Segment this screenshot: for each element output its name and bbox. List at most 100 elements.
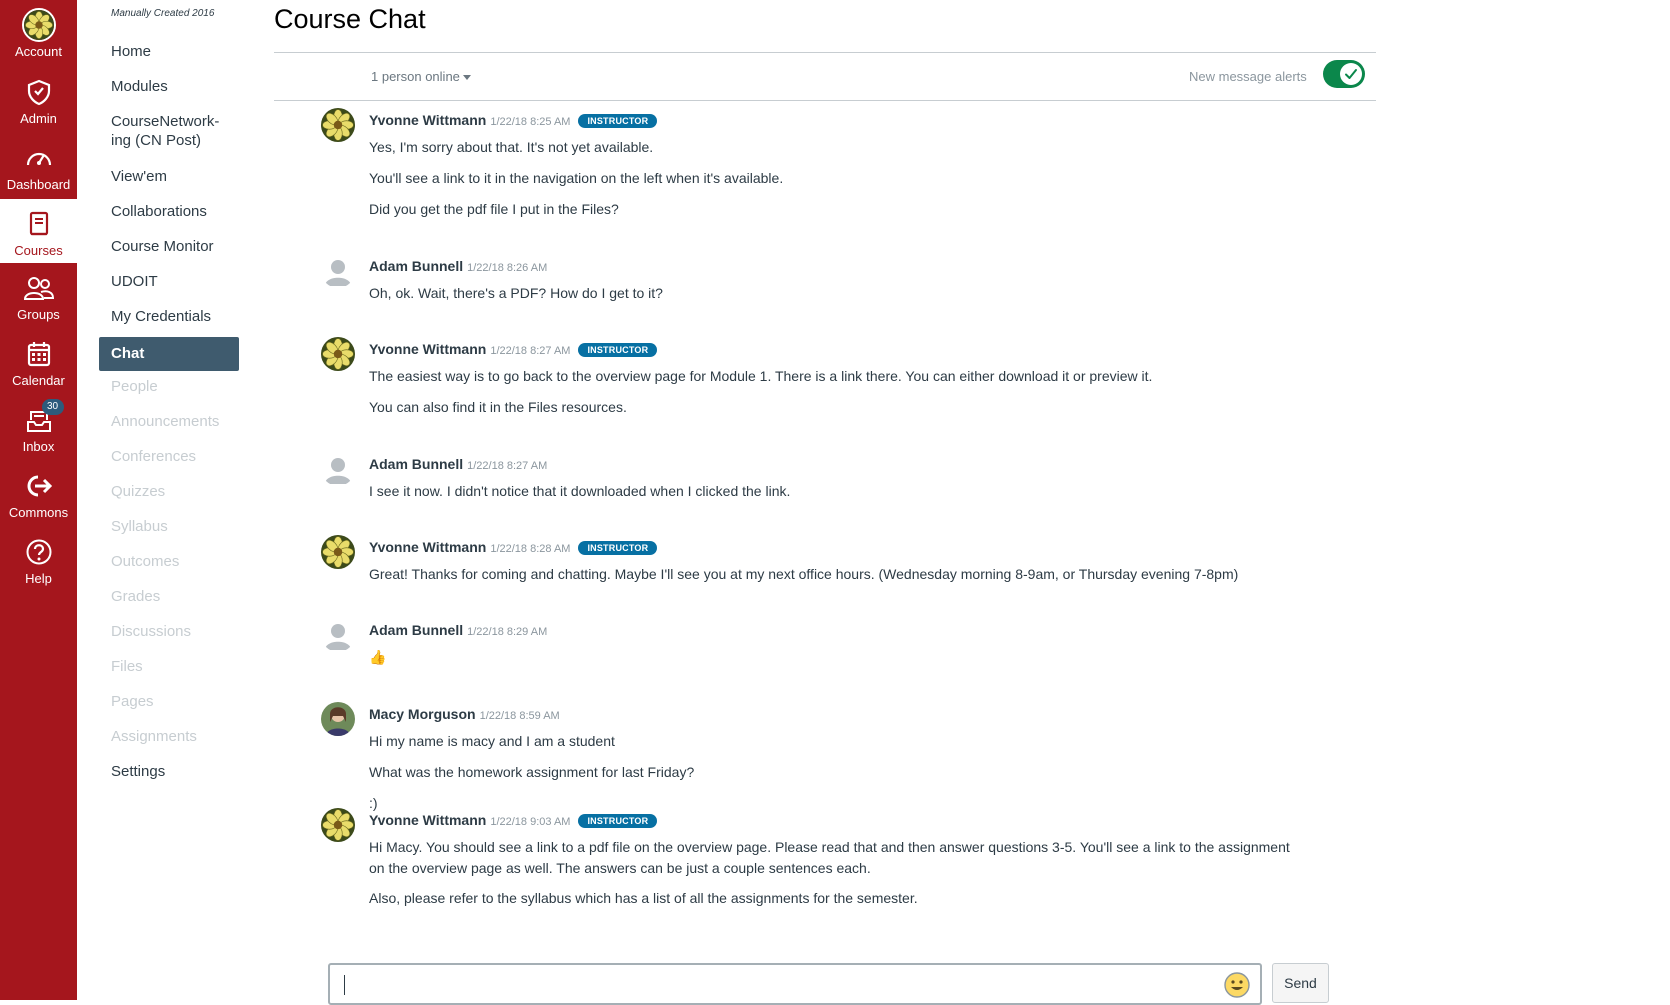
message-header: Yvonne Wittmann 1/22/18 9:03 AM INSTRUCTOR xyxy=(369,812,658,828)
course-nav-label: Files xyxy=(111,658,143,675)
global-nav-label: Admin xyxy=(20,111,57,126)
global-nav-label: Groups xyxy=(17,307,60,322)
course-nav-conferences: Conferences xyxy=(111,447,241,466)
author-name[interactable]: Adam Bunnell xyxy=(369,456,463,472)
course-nav-collaborations[interactable]: Collaborations xyxy=(111,202,241,221)
message-timestamp: 1/22/18 8:59 AM xyxy=(479,710,560,722)
course-nav-course-monitor[interactable]: Course Monitor xyxy=(111,237,241,256)
course-nav-syllabus: Syllabus xyxy=(111,517,241,536)
unread-count-badge: 30 xyxy=(41,399,64,415)
course-nav-home[interactable]: Home xyxy=(111,42,241,61)
dashboard-gauge-icon xyxy=(22,141,56,175)
course-nav-label: Collaborations xyxy=(111,203,207,220)
course-nav-modules[interactable]: Modules xyxy=(111,77,241,96)
avatar[interactable] xyxy=(321,254,355,288)
global-nav-groups[interactable]: Groups xyxy=(0,263,77,327)
global-nav-label: Inbox xyxy=(22,439,55,454)
global-nav-courses[interactable]: Courses xyxy=(0,199,77,263)
message-text: The easiest way is to go back to the ove… xyxy=(369,368,1153,384)
message-header: Adam Bunnell 1/22/18 8:27 AM xyxy=(369,456,547,472)
author-name[interactable]: Yvonne Wittmann xyxy=(369,812,486,828)
global-nav-admin[interactable]: Admin xyxy=(0,67,77,131)
instructor-badge: INSTRUCTOR xyxy=(578,343,658,357)
course-nav-label: Assignments xyxy=(111,728,197,745)
checkmark-icon xyxy=(1340,63,1362,85)
course-nav-label: Home xyxy=(111,43,152,60)
global-nav-dashboard[interactable]: Dashboard xyxy=(0,133,77,197)
avatar[interactable] xyxy=(321,535,355,569)
course-nav-view-em[interactable]: View'em xyxy=(111,167,241,186)
message-header: Yvonne Wittmann 1/22/18 8:28 AM INSTRUCTOR xyxy=(369,539,658,555)
course-nav: Manually Created 2016 Home Modules CourseN… xyxy=(77,0,257,1000)
author-name[interactable]: Yvonne Wittmann xyxy=(369,112,486,128)
help-question-icon xyxy=(22,535,56,569)
message-timestamp: 1/22/18 8:29 AM xyxy=(467,626,548,638)
course-nav-label: Discussions xyxy=(111,623,192,640)
course-nav-udoit[interactable]: UDOIT xyxy=(111,272,241,291)
global-nav-inbox[interactable]: 30 Inbox xyxy=(0,395,77,459)
message-text: What was the homework assignment for las… xyxy=(369,764,695,780)
global-nav-label: Dashboard xyxy=(6,177,71,192)
commons-arrow-icon xyxy=(22,469,56,503)
avatar[interactable] xyxy=(321,452,355,486)
message-timestamp: 1/22/18 9:03 AM xyxy=(490,816,571,828)
avatar[interactable] xyxy=(321,808,355,842)
avatar[interactable] xyxy=(321,337,355,371)
message-list: Yvonne Wittmann 1/22/18 8:25 AM INSTRUCTOR… xyxy=(257,99,1670,959)
course-nav-label: UDOIT xyxy=(111,273,158,290)
global-nav-calendar[interactable]: Calendar xyxy=(0,329,77,393)
online-users-dropdown[interactable]: 1 person online xyxy=(371,69,471,84)
course-nav-label: Settings xyxy=(111,763,166,780)
instructor-badge: INSTRUCTOR xyxy=(578,814,658,828)
course-nav-label: Grades xyxy=(111,588,161,605)
course-nav-label: Outcomes xyxy=(111,553,180,570)
message-text: on the overview page as well. The answer… xyxy=(369,860,871,876)
avatar[interactable] xyxy=(321,618,355,652)
course-nav-assignments: Assignments xyxy=(111,727,241,746)
global-nav-help[interactable]: Help xyxy=(0,527,77,591)
course-nav-label: Syllabus xyxy=(111,518,168,535)
message-composer[interactable] xyxy=(328,963,1262,1005)
message-timestamp: 1/22/18 8:25 AM xyxy=(490,116,571,128)
course-nav-chat[interactable]: Chat xyxy=(99,337,239,371)
groups-people-icon xyxy=(22,271,56,305)
author-name[interactable]: Yvonne Wittmann xyxy=(369,341,486,357)
course-nav-label: CourseNetwork- xyxy=(111,113,220,130)
course-nav-people: People xyxy=(111,377,241,396)
course-nav-announcements: Announcements xyxy=(111,412,241,431)
calendar-icon xyxy=(22,337,56,371)
smiley-emoji-icon[interactable] xyxy=(1224,972,1250,998)
author-name[interactable]: Macy Morguson xyxy=(369,706,476,722)
course-nav-label: Course Monitor xyxy=(111,238,214,255)
author-name[interactable]: Adam Bunnell xyxy=(369,258,463,274)
course-nav-label: Announcements xyxy=(111,413,220,430)
message-text: Also, please refer to the syllabus which… xyxy=(369,890,918,906)
course-nav-quizzes: Quizzes xyxy=(111,482,241,501)
main-content: Course Chat 1 person online New message … xyxy=(257,0,1670,1005)
avatar[interactable] xyxy=(321,702,355,736)
new-message-alerts-toggle[interactable] xyxy=(1323,60,1365,88)
course-nav-my-credentials[interactable]: My Credentials xyxy=(111,307,241,326)
avatar[interactable] xyxy=(321,108,355,142)
course-nav-settings[interactable]: Settings xyxy=(111,762,241,781)
course-nav-coursenetwork[interactable]: CourseNetwork-ing (CN Post) xyxy=(111,112,241,150)
course-nav-pages: Pages xyxy=(111,692,241,711)
course-nav-discussions: Discussions xyxy=(111,622,241,641)
text-cursor xyxy=(344,975,345,995)
message-input[interactable] xyxy=(342,973,1202,995)
message-text: You can also find it in the Files resour… xyxy=(369,399,627,415)
message-timestamp: 1/22/18 8:26 AM xyxy=(467,262,548,274)
message-text: I see it now. I didn't notice that it do… xyxy=(369,483,791,499)
global-nav-account[interactable]: Account xyxy=(0,0,77,64)
message-text: :) xyxy=(369,795,378,811)
author-name[interactable]: Adam Bunnell xyxy=(369,622,463,638)
page-title: Course Chat xyxy=(274,4,426,34)
inbox-icon: 30 xyxy=(22,399,64,437)
divider xyxy=(274,52,1376,53)
course-nav-files: Files xyxy=(111,657,241,676)
author-name[interactable]: Yvonne Wittmann xyxy=(369,539,486,555)
global-nav-commons[interactable]: Commons xyxy=(0,461,77,525)
message-header: Yvonne Wittmann 1/22/18 8:27 AM INSTRUCTOR xyxy=(369,341,658,357)
course-nav-label: Modules xyxy=(111,78,168,95)
send-button[interactable]: Send xyxy=(1272,963,1329,1003)
